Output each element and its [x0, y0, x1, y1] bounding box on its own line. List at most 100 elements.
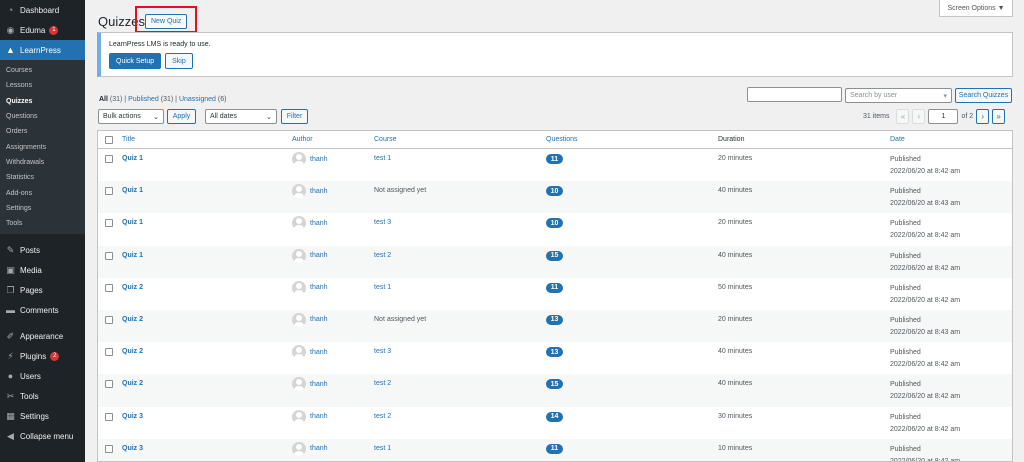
quick-setup-button[interactable]: Quick Setup: [109, 53, 162, 69]
dates-select[interactable]: All dates ⌄: [205, 109, 277, 124]
skip-button[interactable]: Skip: [165, 53, 193, 69]
sidebar-item-appearance[interactable]: ✐ Appearance: [0, 326, 85, 346]
submenu-tools[interactable]: Tools: [0, 216, 85, 231]
course-link[interactable]: test 2: [374, 252, 391, 259]
author-link[interactable]: thanh: [310, 252, 328, 259]
eduma-badge: 1: [49, 25, 59, 35]
course-link[interactable]: test 1: [374, 445, 391, 452]
current-page-input[interactable]: 1: [928, 109, 959, 124]
row-checkbox[interactable]: [105, 155, 113, 163]
row-checkbox[interactable]: [105, 444, 113, 453]
row-checkbox[interactable]: [105, 251, 113, 260]
sidebar-item-eduma[interactable]: ◉ Eduma 1: [0, 20, 85, 40]
course-link[interactable]: test 2: [374, 380, 391, 387]
chevron-down-icon: ⌄: [153, 113, 159, 121]
quiz-title-link[interactable]: Quiz 2: [122, 380, 143, 387]
sidebar-item-dashboard[interactable]: ◔ Dashboard: [0, 0, 85, 20]
table-row: Quiz 3 thanh test 2 14 30 minutes Publis…: [98, 407, 1012, 439]
table-row: Quiz 2 thanh Not assigned yet 13 20 minu…: [98, 309, 1012, 343]
duration-text: 40 minutes: [718, 187, 753, 195]
author-link[interactable]: thanh: [310, 220, 328, 227]
select-all-checkbox[interactable]: [105, 136, 113, 144]
filter-button[interactable]: Filter: [281, 109, 308, 124]
sidebar-item-posts[interactable]: ✎ Posts: [0, 240, 85, 260]
submenu-courses[interactable]: Courses: [0, 63, 85, 78]
col-course[interactable]: Course: [374, 136, 397, 143]
questions-count-badge: 13: [546, 314, 563, 325]
quiz-title-link[interactable]: Quiz 1: [122, 155, 143, 162]
quiz-title-link[interactable]: Quiz 1: [122, 187, 143, 194]
screen-options-button[interactable]: Screen Options ▼: [939, 0, 1013, 17]
quiz-title-link[interactable]: Quiz 1: [122, 219, 143, 226]
search-input[interactable]: [747, 87, 842, 102]
first-page-button[interactable]: «: [896, 109, 910, 124]
sidebar-item-plugins[interactable]: ⚡ Plugins 2: [0, 346, 85, 366]
sidebar-item-users[interactable]: ● Users: [0, 366, 85, 386]
col-duration: Duration: [718, 136, 745, 143]
submenu-add-ons[interactable]: Add-ons: [0, 185, 85, 200]
wrench-icon: ✂: [6, 390, 15, 401]
course-link[interactable]: test 1: [374, 155, 391, 162]
col-author[interactable]: Author: [292, 136, 313, 143]
search-by-user-select[interactable]: Search by user ▾: [845, 88, 952, 103]
submenu-quizzes[interactable]: Quizzes: [0, 94, 85, 109]
author-link[interactable]: thanh: [310, 413, 328, 420]
apply-button[interactable]: Apply: [167, 109, 196, 124]
quiz-title-link[interactable]: Quiz 3: [122, 413, 143, 420]
next-page-button[interactable]: ›: [976, 109, 990, 124]
course-link[interactable]: test 3: [374, 348, 391, 355]
search-quizzes-button[interactable]: Search Quizzes: [955, 88, 1012, 103]
last-page-button[interactable]: »: [992, 109, 1006, 124]
row-checkbox[interactable]: [105, 283, 113, 292]
col-date[interactable]: Date: [890, 136, 905, 143]
quiz-title-link[interactable]: Quiz 3: [122, 445, 143, 452]
author-link[interactable]: thanh: [310, 188, 328, 195]
filter-published[interactable]: Published: [128, 96, 159, 103]
avatar: [292, 377, 306, 392]
submenu-statistics[interactable]: Statistics: [0, 170, 85, 185]
row-checkbox[interactable]: [105, 315, 113, 324]
row-checkbox[interactable]: [105, 380, 113, 389]
quiz-title-link[interactable]: Quiz 2: [122, 348, 143, 355]
submenu-settings[interactable]: Settings: [0, 201, 85, 216]
date-text: Published 2022/06/20 at 8:42 am: [890, 220, 961, 240]
row-checkbox[interactable]: [105, 187, 113, 196]
row-checkbox[interactable]: [105, 219, 113, 228]
sidebar-item-settings[interactable]: ▦ Settings: [0, 406, 85, 426]
course-link[interactable]: test 3: [374, 219, 391, 226]
author-cell: thanh: [292, 312, 328, 327]
author-link[interactable]: thanh: [310, 445, 328, 452]
sidebar-item-media[interactable]: ▣ Media: [0, 260, 85, 280]
author-link[interactable]: thanh: [310, 156, 328, 163]
submenu-lessons[interactable]: Lessons: [0, 78, 85, 93]
quiz-title-link[interactable]: Quiz 1: [122, 252, 143, 259]
col-title[interactable]: Title: [122, 136, 135, 143]
prev-page-button[interactable]: ‹: [912, 109, 926, 124]
author-link[interactable]: thanh: [310, 316, 328, 323]
sidebar-item-tools[interactable]: ✂ Tools: [0, 386, 85, 406]
quiz-title-link[interactable]: Quiz 2: [122, 284, 143, 291]
sidebar-item-comments[interactable]: ▬ Comments: [0, 300, 85, 320]
row-checkbox[interactable]: [105, 412, 113, 421]
table-row: Quiz 2 thanh test 2 15 40 minutes Publis…: [98, 374, 1012, 407]
submenu-withdrawals[interactable]: Withdrawals: [0, 155, 85, 170]
sidebar-item-learnpress[interactable]: ▲ LearnPress: [0, 40, 85, 60]
submenu-orders[interactable]: Orders: [0, 124, 85, 139]
filter-unassigned[interactable]: Unassigned: [179, 96, 216, 103]
bulk-actions-select[interactable]: Bulk actions ⌄: [98, 109, 164, 124]
row-checkbox[interactable]: [105, 348, 113, 357]
author-link[interactable]: thanh: [310, 349, 328, 356]
submenu-assignments[interactable]: Assignments: [0, 139, 85, 154]
author-link[interactable]: thanh: [310, 381, 328, 388]
quiz-title-link[interactable]: Quiz 2: [122, 316, 143, 323]
sidebar-item-pages[interactable]: ❐ Pages: [0, 280, 85, 300]
course-link[interactable]: test 2: [374, 413, 391, 420]
filter-all[interactable]: All: [99, 96, 108, 103]
date-text: Published 2022/06/20 at 8:42 am: [890, 284, 961, 304]
author-link[interactable]: thanh: [310, 284, 328, 291]
col-questions[interactable]: Questions: [546, 136, 578, 143]
submenu-questions[interactable]: Questions: [0, 109, 85, 124]
sidebar-item-collapse-menu[interactable]: ◀ Collapse menu: [0, 426, 85, 446]
pages-icon: ❐: [6, 284, 15, 295]
course-link[interactable]: test 1: [374, 284, 391, 291]
